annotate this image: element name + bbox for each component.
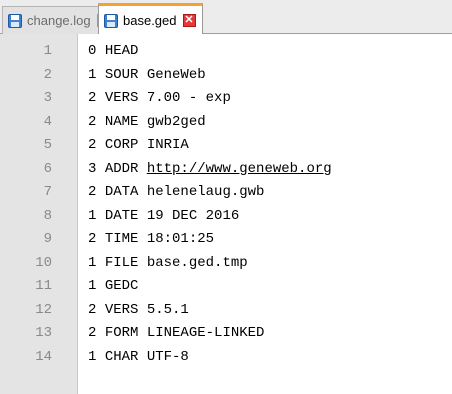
gedcom-level: 1 xyxy=(88,348,97,365)
code-line[interactable]: 7 2 DATA helenelaug.gwb xyxy=(0,181,452,205)
gedcom-tag: HEAD xyxy=(104,43,139,59)
code-line[interactable]: 9 2 TIME 18:01:25 xyxy=(0,228,452,252)
line-number: 4 xyxy=(43,113,52,130)
line-text: 1 DATE 19 DEC 2016 xyxy=(88,205,239,229)
gedcom-value: helenelaug.gwb xyxy=(146,184,265,200)
gedcom-tag: GEDC xyxy=(104,278,139,294)
gedcom-level: 1 xyxy=(88,207,97,224)
gedcom-level: 1 xyxy=(88,254,97,271)
gedcom-level: 2 xyxy=(88,113,97,130)
code-line[interactable]: 8 1 DATE 19 DEC 2016 xyxy=(0,205,452,229)
gedcom-level: 2 xyxy=(88,184,97,200)
gedcom-tag: TIME xyxy=(104,231,139,247)
code-line[interactable]: 10 1 FILE base.ged.tmp xyxy=(0,252,452,276)
line-text: 2 FORM LINEAGE-LINKED xyxy=(88,322,264,346)
tab-base-ged[interactable]: base.ged ✕ xyxy=(98,3,203,35)
code-line[interactable]: 11 1 GEDC xyxy=(0,275,452,299)
line-number: 7 xyxy=(43,184,52,200)
gedcom-tag: NAME xyxy=(104,113,139,130)
code-line[interactable]: 2 1 SOUR GeneWeb xyxy=(0,64,452,88)
gedcom-level: 2 xyxy=(88,325,97,341)
line-text: 2 NAME gwb2ged xyxy=(88,111,206,135)
line-text: 1 SOUR GeneWeb xyxy=(88,64,206,88)
gedcom-level: 2 xyxy=(88,301,97,318)
save-disk-icon xyxy=(104,13,118,28)
code-line[interactable]: 3 2 VERS 7.00 - exp xyxy=(0,87,452,111)
line-text: 2 DATA helenelaug.gwb xyxy=(88,181,264,205)
line-text: 0 HEAD xyxy=(88,40,138,64)
save-disk-icon xyxy=(8,13,22,28)
url-link[interactable]: http://www.geneweb.org xyxy=(147,161,332,177)
code-line[interactable]: 4 2 NAME gwb2ged xyxy=(0,111,452,135)
gedcom-tag: CHAR xyxy=(104,348,139,365)
text-editor[interactable]: 10 HEAD 2 1 SOUR GeneWeb 3 2 VERS 7.00 - exp… xyxy=(0,34,452,394)
line-number: 3 xyxy=(43,90,52,106)
gedcom-value: LINEAGE-LINKED xyxy=(146,325,265,341)
gedcom-value: 18:01:25 xyxy=(146,231,215,247)
code-line[interactable]: 1 0 HEAD xyxy=(0,40,452,64)
gedcom-tag: ADDR xyxy=(104,160,139,177)
gedcom-tag: DATE xyxy=(104,207,139,224)
gedcom-tag: SOUR xyxy=(104,66,139,83)
gedcom-value: base.ged.tmp xyxy=(146,254,248,271)
gedcom-tag: VERS xyxy=(104,301,139,318)
line-number: 12 xyxy=(35,301,52,318)
line-number: 1 xyxy=(43,43,52,59)
line-text: 2 VERS 5.5.1 xyxy=(88,299,189,323)
tab-label: change.log xyxy=(27,13,91,28)
line-text: 2 CORP INRIA xyxy=(88,134,189,158)
gedcom-tag: FILE xyxy=(104,254,139,271)
gedcom-level: 2 xyxy=(88,137,97,153)
gedcom-level: 1 xyxy=(88,66,97,83)
gedcom-value: gwb2ged xyxy=(146,113,206,130)
gedcom-level: 2 xyxy=(88,90,97,106)
line-text: 1 FILE base.ged.tmp xyxy=(88,252,248,276)
code-line[interactable]: 13 2 FORM LINEAGE-LINKED xyxy=(0,322,452,346)
gedcom-tag: FORM xyxy=(104,325,139,341)
line-number: 13 xyxy=(35,325,52,341)
line-number: 6 xyxy=(43,160,52,177)
code-line[interactable]: 12 2 VERS 5.5.1 xyxy=(0,299,452,323)
gedcom-level: 0 xyxy=(88,43,97,59)
code-lines: 10 HEAD 2 1 SOUR GeneWeb 3 2 VERS 7.00 - exp… xyxy=(0,40,452,369)
gedcom-value: 7.00 - exp xyxy=(146,90,231,106)
gedcom-tag: CORP xyxy=(104,137,139,153)
line-text: 1 GEDC xyxy=(88,275,138,299)
code-line[interactable]: 14 1 CHAR UTF-8 xyxy=(0,346,452,370)
gedcom-tag: VERS xyxy=(104,90,139,106)
gedcom-level: 3 xyxy=(88,160,97,177)
gedcom-tag: DATA xyxy=(104,184,139,200)
line-number: 9 xyxy=(43,231,52,247)
gedcom-value: 5.5.1 xyxy=(146,301,189,318)
gedcom-value: 19 DEC 2016 xyxy=(146,207,240,224)
tab-label: base.ged xyxy=(123,13,177,28)
gedcom-level: 1 xyxy=(88,278,97,294)
line-text: 3 ADDR http://www.geneweb.org xyxy=(88,158,332,182)
line-text: 2 VERS 7.00 - exp xyxy=(88,87,231,111)
line-number: 10 xyxy=(35,254,52,271)
line-number: 5 xyxy=(43,137,52,153)
code-line[interactable]: 5 2 CORP INRIA xyxy=(0,134,452,158)
line-number: 2 xyxy=(43,66,52,83)
gedcom-value: INRIA xyxy=(146,137,189,153)
gedcom-value: GeneWeb xyxy=(146,66,206,83)
line-text: 2 TIME 18:01:25 xyxy=(88,228,214,252)
gedcom-level: 2 xyxy=(88,231,97,247)
line-number: 14 xyxy=(35,348,52,365)
tab-bar: change.log ✕ base.ged ✕ xyxy=(0,0,452,35)
gedcom-value: UTF-8 xyxy=(146,348,189,365)
line-text: 1 CHAR UTF-8 xyxy=(88,346,189,370)
close-tab-icon[interactable]: ✕ xyxy=(182,14,196,27)
line-number: 11 xyxy=(35,278,52,294)
code-line[interactable]: 6 3 ADDR http://www.geneweb.org xyxy=(0,158,452,182)
line-number: 8 xyxy=(43,207,52,224)
